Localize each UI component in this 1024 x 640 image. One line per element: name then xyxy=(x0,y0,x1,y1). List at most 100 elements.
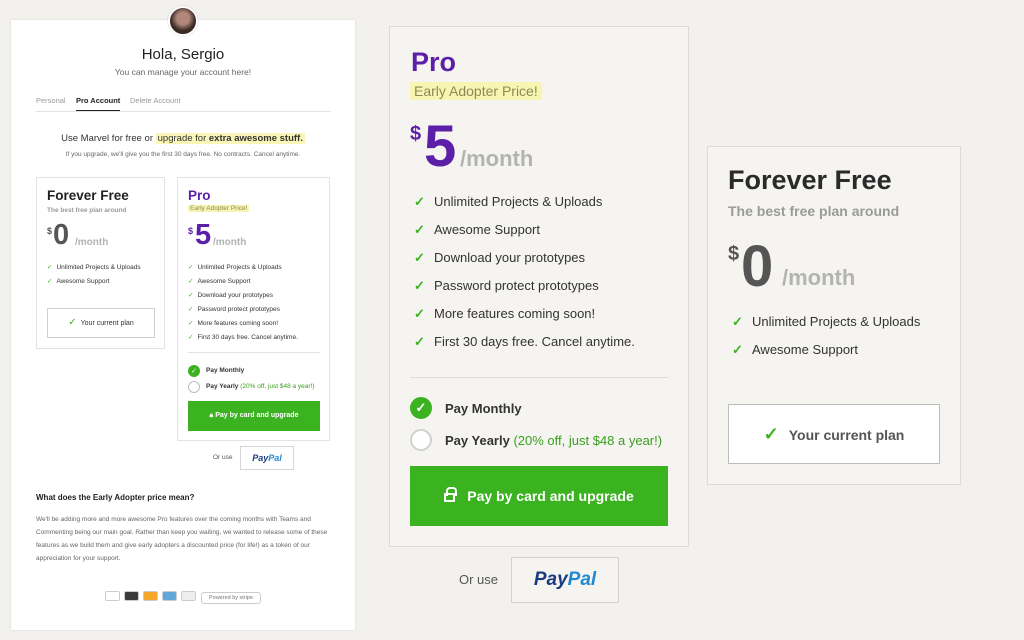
tab-pro-account[interactable]: Pro Account xyxy=(76,96,121,111)
check-icon: ✓ xyxy=(414,334,425,349)
mini-pro-feature-label: Awesome Support xyxy=(197,278,251,285)
mini-free-period: /month xyxy=(75,237,109,248)
pro-feature-label: Download your prototypes xyxy=(434,250,586,265)
current-plan-button[interactable]: ✓ Your current plan xyxy=(728,404,940,464)
mini-pro-feature: ✓ Unlimited Projects & Uploads xyxy=(188,263,282,271)
mini-current-plan-label: Your current plan xyxy=(80,320,134,327)
pay-monthly-label: Pay Monthly xyxy=(445,401,522,416)
mini-paypal-button[interactable]: PayPal xyxy=(240,446,294,470)
mini-pay-monthly-radio[interactable]: ✓ xyxy=(188,365,200,377)
mini-pro-feature: ✓ Download your prototypes xyxy=(188,291,273,299)
paypal-button[interactable]: PayPal xyxy=(511,557,619,603)
mini-pro-feature: ✓ Password protect prototypes xyxy=(188,305,280,313)
pro-feature: ✓ Unlimited Projects & Uploads xyxy=(414,194,602,210)
paypal-logo-text: Pay xyxy=(252,453,269,463)
free-feature: ✓ Unlimited Projects & Uploads xyxy=(732,314,920,330)
mini-free-feature: ✓ Unlimited Projects & Uploads xyxy=(47,263,141,271)
check-icon: ✓ xyxy=(732,314,743,329)
mini-pro-feature-label: First 30 days free. Cancel anytime. xyxy=(197,334,298,341)
intro-prefix: Use Marvel for free or xyxy=(61,133,153,144)
check-icon: ✓ xyxy=(188,306,194,313)
tab-delete-account[interactable]: Delete Account xyxy=(130,96,180,105)
diners-icon xyxy=(105,591,120,601)
pay-by-card-button[interactable]: Pay by card and upgrade xyxy=(410,466,668,526)
mini-pro-plan-card: Pro Early Adopter Price! $ 5 /month ✓ Unl… xyxy=(177,177,330,441)
lock-icon: 🔒︎ xyxy=(209,412,214,419)
mini-free-plan-name: Forever Free xyxy=(47,188,129,203)
check-icon: ✓ xyxy=(414,306,425,321)
free-plan-card: Forever Free The best free plan around $… xyxy=(707,146,961,485)
mini-free-feature-label: Unlimited Projects & Uploads xyxy=(56,264,141,271)
mini-current-plan-button[interactable]: ✓ Your current plan xyxy=(47,308,155,338)
amex-icon xyxy=(162,591,177,601)
pay-monthly-radio[interactable]: ✓ xyxy=(410,397,432,419)
pro-feature: ✓ Download your prototypes xyxy=(414,250,585,266)
upgrade-intro-sub: If you upgrade, we'll give you the first… xyxy=(65,151,301,158)
free-currency: $ xyxy=(728,243,740,265)
mini-pro-plan-name: Pro xyxy=(188,188,211,203)
mini-pay-yearly-radio[interactable] xyxy=(188,381,200,393)
check-icon: ✓ xyxy=(414,194,425,209)
pro-feature-label: Unlimited Projects & Uploads xyxy=(434,194,603,209)
account-tabs: Personal Pro Account Delete Account xyxy=(36,96,331,112)
free-plan-tagline: The best free plan around xyxy=(728,203,900,219)
pro-feature: ✓ More features coming soon! xyxy=(414,306,595,322)
check-icon: ✓ xyxy=(414,278,425,293)
pay-by-card-label: Pay by card and upgrade xyxy=(467,488,634,504)
pro-price: 5 xyxy=(424,114,457,179)
pro-feature: ✓ Awesome Support xyxy=(414,222,540,238)
check-icon: ✓ xyxy=(732,342,743,357)
pay-yearly-label: Pay Yearly xyxy=(445,433,510,448)
lock-icon xyxy=(444,487,458,502)
check-icon: ✓ xyxy=(414,250,425,265)
free-price: 0 xyxy=(741,234,774,299)
check-icon: ✓ xyxy=(188,278,194,285)
divider xyxy=(410,377,668,378)
check-icon: ✓ xyxy=(763,424,779,444)
current-plan-label: Your current plan xyxy=(788,427,905,443)
mini-pro-feature-label: Unlimited Projects & Uploads xyxy=(197,264,282,271)
upgrade-intro: Use Marvel for free or upgrade for extra… xyxy=(11,133,355,144)
paypal-logo-text: Pal xyxy=(567,569,597,590)
pro-plan-card: Pro Early Adopter Price! $ 5 /month ✓ Unl… xyxy=(389,26,689,547)
mini-pro-currency: $ xyxy=(188,226,194,236)
pro-feature-label: Awesome Support xyxy=(434,222,540,237)
mini-pro-feature-label: More features coming soon! xyxy=(197,320,279,327)
mini-pay-button-label: Pay by card and upgrade xyxy=(215,412,299,419)
free-feature-label: Unlimited Projects & Uploads xyxy=(752,314,921,329)
account-panel: Hola, Sergio You can manage your account… xyxy=(11,20,355,630)
pay-yearly-radio[interactable] xyxy=(410,429,432,451)
mini-pay-yearly-label: Pay Yearly xyxy=(206,383,239,390)
mini-free-currency: $ xyxy=(47,226,53,236)
pro-feature-label: Password protect prototypes xyxy=(434,278,599,293)
mini-pro-feature: ✓ Awesome Support xyxy=(188,277,250,285)
pro-feature: ✓ Password protect prototypes xyxy=(414,278,599,294)
mini-pay-yearly-note: (20% off, just $48 a year!) xyxy=(240,383,315,390)
divider xyxy=(188,352,320,353)
mini-pro-feature-label: Password protect prototypes xyxy=(197,306,280,313)
check-icon: ✓ xyxy=(188,292,194,299)
intro-highlight-bold: extra awesome stuff. xyxy=(208,133,303,144)
check-icon: ✓ xyxy=(188,334,194,341)
check-icon: ✓ xyxy=(188,264,194,271)
free-plan-name: Forever Free xyxy=(728,165,892,195)
tab-personal[interactable]: Personal xyxy=(36,96,66,105)
mini-free-plan-tagline: The best free plan around xyxy=(47,207,127,214)
visa-icon xyxy=(143,591,158,601)
discover-icon xyxy=(181,591,196,601)
faq-question: What does the Early Adopter price mean? xyxy=(36,493,195,502)
pro-plan-name: Pro xyxy=(411,47,457,77)
avatar xyxy=(168,6,198,36)
early-adopter-badge: Early Adopter Price! xyxy=(410,82,542,100)
free-feature-label: Awesome Support xyxy=(752,342,858,357)
mini-pay-button[interactable]: 🔒︎ Pay by card and upgrade xyxy=(188,401,320,431)
mini-pay-yearly-option: Pay Yearly (20% off, just $48 a year!) xyxy=(206,383,315,390)
mini-pro-price: 5 xyxy=(195,219,212,251)
intro-highlight: upgrade for extra awesome stuff. xyxy=(155,133,305,144)
check-icon: ✓ xyxy=(68,317,77,328)
check-icon: ✓ xyxy=(188,320,194,327)
mini-pro-badge: Early Adopter Price! xyxy=(188,205,250,212)
intro-highlight-prefix: upgrade for xyxy=(157,133,207,144)
check-icon: ✓ xyxy=(47,278,53,285)
greeting-subtitle: You can manage your account here! xyxy=(114,67,252,77)
